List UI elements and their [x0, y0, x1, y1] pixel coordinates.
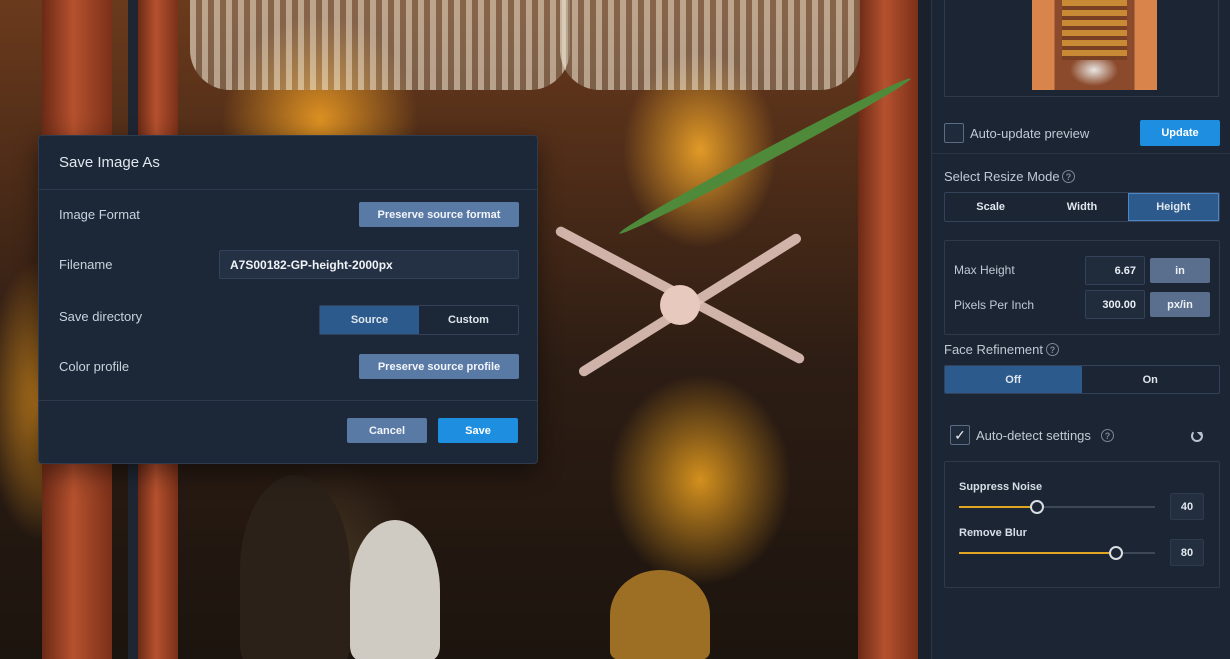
suppress-noise-slider[interactable] [959, 500, 1155, 514]
color-profile-select[interactable]: Preserve source profile [359, 354, 519, 379]
save-button[interactable]: Save [438, 418, 518, 443]
divider [39, 400, 537, 401]
resize-mode-toggle: Scale Width Height [944, 192, 1220, 222]
help-icon[interactable]: ? [1046, 343, 1059, 356]
divider [39, 189, 537, 190]
save-dir-custom-button[interactable]: Custom [419, 306, 518, 334]
resize-mode-label: Select Resize Mode [944, 169, 1060, 184]
slider-fill [959, 506, 1038, 508]
face-refinement-on[interactable]: On [1082, 366, 1220, 393]
suppress-noise-value[interactable]: 40 [1170, 493, 1204, 520]
help-icon[interactable]: ? [1062, 170, 1075, 183]
reset-icon[interactable] [1191, 430, 1203, 442]
thumbnail-detail [1062, 0, 1127, 60]
remove-blur-value[interactable]: 80 [1170, 539, 1204, 566]
dialog-title: Save Image As [59, 154, 160, 171]
remove-blur-label: Remove Blur [959, 527, 1027, 539]
ribbon-knot [660, 285, 700, 325]
ppi-input[interactable]: 300.00 [1085, 290, 1145, 319]
slider-fill [959, 552, 1116, 554]
auto-update-checkbox[interactable] [944, 123, 964, 143]
save-directory-label: Save directory [59, 309, 143, 324]
remove-blur-slider[interactable] [959, 546, 1155, 560]
face-refinement-off[interactable]: Off [945, 366, 1082, 393]
help-icon[interactable]: ? [1101, 429, 1114, 442]
image-format-label: Image Format [59, 207, 140, 222]
update-button[interactable]: Update [1140, 120, 1220, 146]
settings-panel: Auto-update preview Update Select Resize… [918, 0, 1230, 659]
auto-detect-checkbox[interactable]: ✓ [950, 425, 970, 445]
color-profile-label: Color profile [59, 359, 130, 374]
suppress-noise-label: Suppress Noise [959, 481, 1043, 493]
max-height-input[interactable]: 6.67 [1085, 256, 1145, 285]
panel-gutter [918, 0, 932, 659]
auto-detect-label: Auto-detect settings [976, 428, 1091, 443]
image-format-select[interactable]: Preserve source format [359, 202, 519, 227]
preview-thumbnail[interactable] [1032, 0, 1157, 90]
preview-box [944, 0, 1219, 97]
face-refinement-label: Face Refinement [944, 342, 1043, 357]
auto-update-label: Auto-update preview [970, 126, 1090, 141]
resize-mode-scale[interactable]: Scale [945, 193, 1036, 221]
statue-figure [240, 475, 350, 659]
filename-input[interactable]: A7S00182-GP-height-2000px [219, 250, 519, 279]
lace-trim [190, 0, 570, 90]
divider [932, 153, 1230, 154]
face-refinement-toggle: Off On [944, 365, 1220, 394]
statue-figure-white [350, 520, 440, 659]
resize-mode-width[interactable]: Width [1036, 193, 1127, 221]
dimension-box [944, 240, 1220, 335]
ppi-unit-button[interactable]: px/in [1150, 292, 1210, 317]
slider-handle[interactable] [1108, 546, 1123, 560]
resize-mode-height[interactable]: Height [1127, 193, 1219, 221]
lace-trim-right [560, 0, 860, 90]
save-image-dialog: Save Image As Image Format Preserve sour… [38, 135, 538, 464]
cancel-button[interactable]: Cancel [347, 418, 427, 443]
save-dir-source-button[interactable]: Source [320, 306, 419, 334]
save-directory-toggle: Source Custom [319, 305, 519, 335]
max-height-label: Max Height [954, 263, 1015, 277]
statue-figure-gold [610, 570, 710, 659]
ppi-label: Pixels Per Inch [954, 298, 1035, 312]
max-height-unit-button[interactable]: in [1150, 258, 1210, 283]
filename-label: Filename [59, 257, 113, 272]
